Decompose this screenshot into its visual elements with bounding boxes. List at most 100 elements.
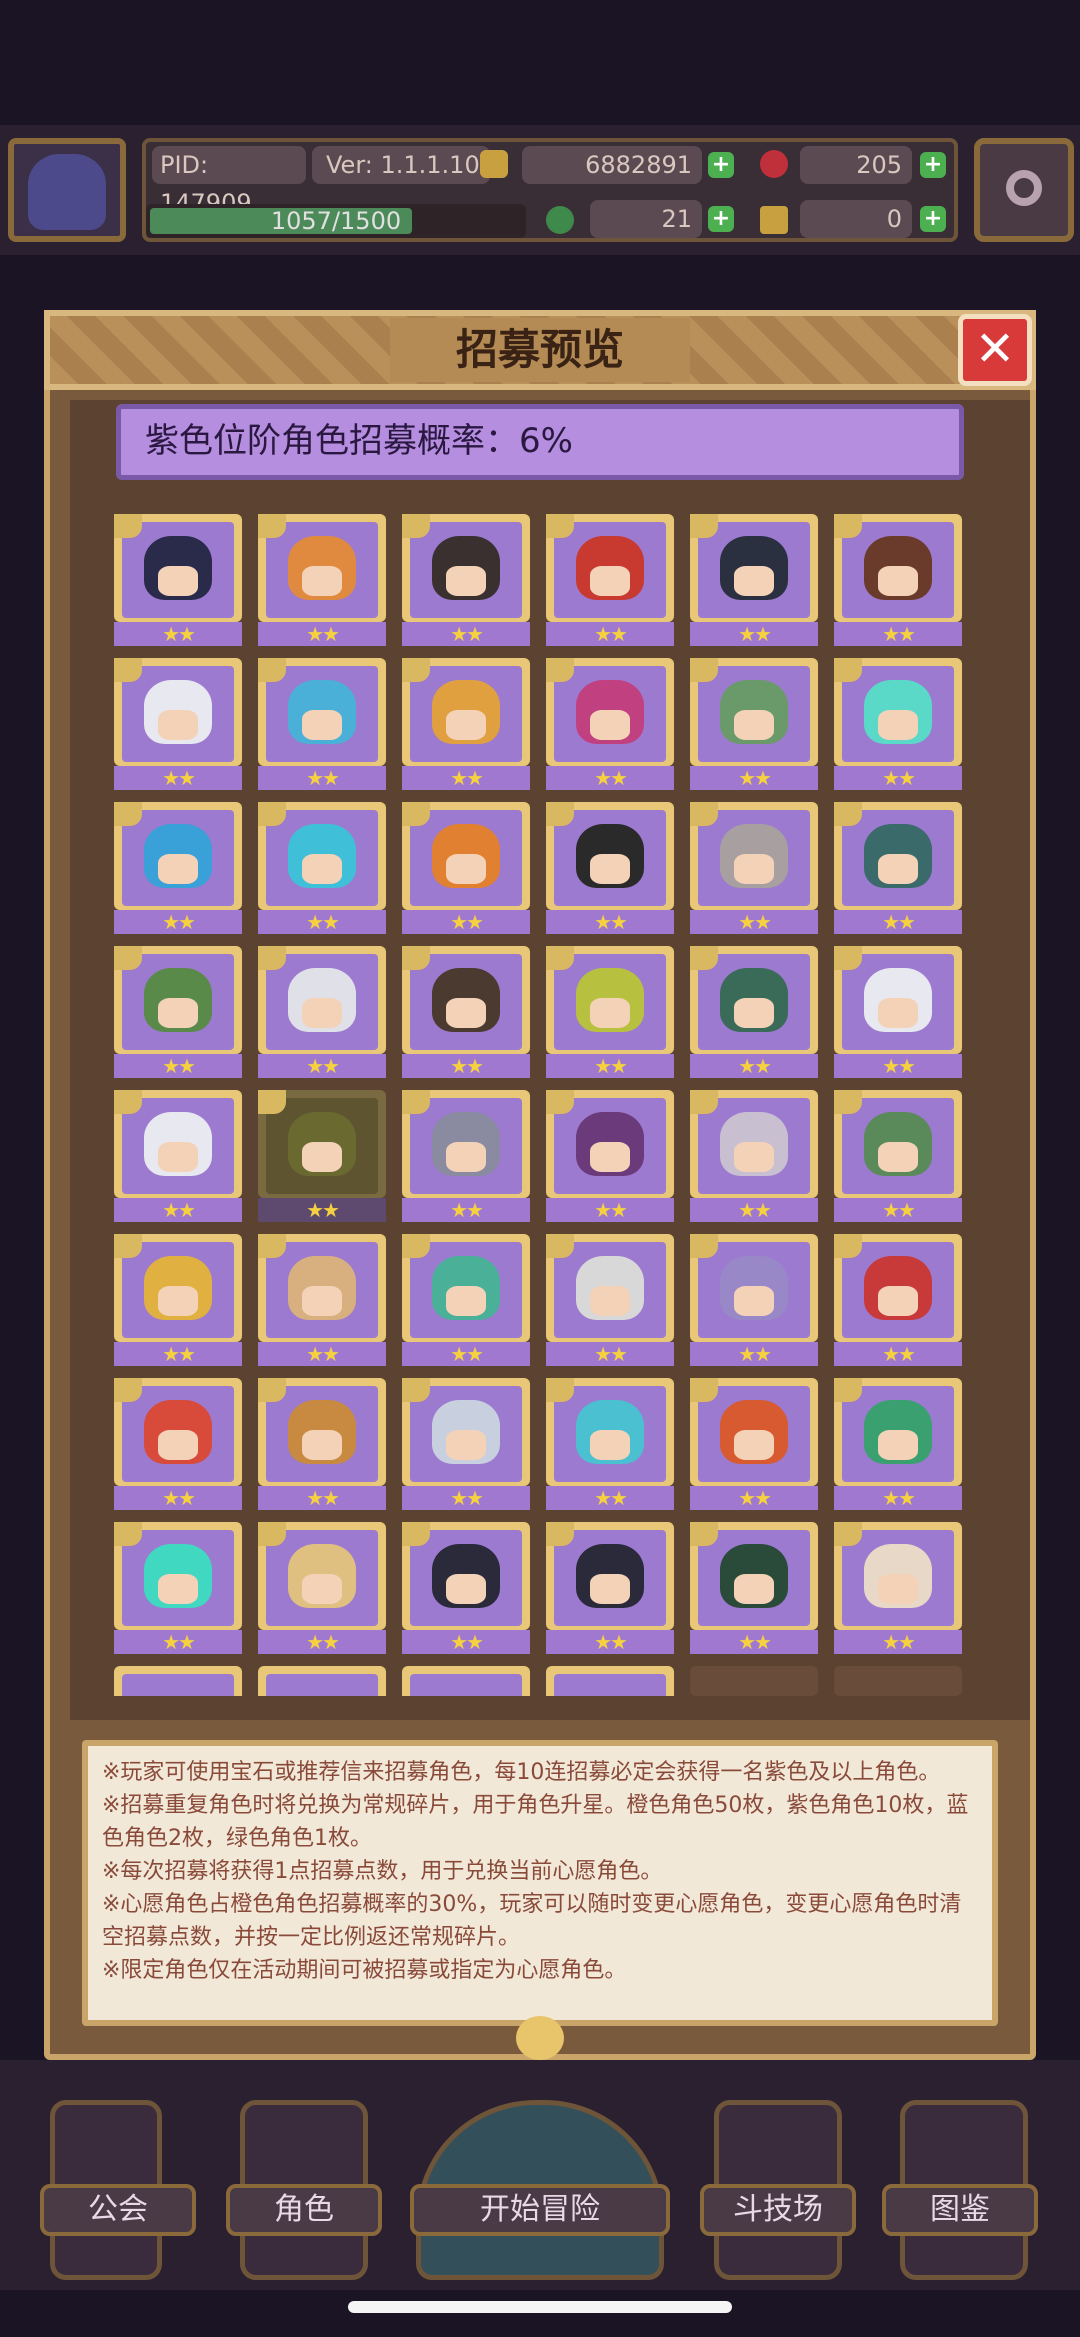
character-card[interactable]: ★★ — [834, 514, 962, 646]
nav-codex-label[interactable]: 图鉴 — [882, 2184, 1038, 2236]
character-card[interactable]: ★★ — [114, 802, 242, 934]
character-card[interactable]: ★★ — [402, 658, 530, 790]
rarity-corner-icon — [546, 658, 574, 682]
character-face — [734, 710, 774, 740]
rarity-corner-icon — [402, 658, 430, 682]
star-rating: ★★ — [834, 766, 962, 790]
character-face — [878, 566, 918, 596]
character-card[interactable]: ★★ — [402, 514, 530, 646]
character-card[interactable]: ★★ — [114, 1234, 242, 1366]
character-face — [302, 710, 342, 740]
add-clover-button[interactable]: + — [708, 206, 734, 232]
rarity-corner-icon — [834, 946, 862, 970]
character-card[interactable]: ★★ — [690, 514, 818, 646]
character-card[interactable]: ★★ — [690, 946, 818, 1078]
character-card[interactable]: ★★ — [834, 802, 962, 934]
character-card[interactable]: ★★ — [834, 658, 962, 790]
character-card[interactable]: ★★ — [402, 1522, 530, 1654]
rarity-corner-icon — [690, 658, 718, 682]
character-card[interactable]: ★★ — [258, 1234, 386, 1366]
add-gem-button[interactable]: + — [920, 152, 946, 178]
character-card[interactable]: ★★ — [546, 946, 674, 1078]
character-card[interactable]: ★★ — [690, 1378, 818, 1510]
character-card[interactable]: ★★ — [690, 1090, 818, 1222]
character-card[interactable]: ★★ — [546, 514, 674, 646]
character-card[interactable]: ★★ — [114, 1090, 242, 1222]
rule-line: ※每次招募将获得1点招募点数，用于兑换当前心愿角色。 — [102, 1859, 663, 1884]
character-card[interactable]: ★★ — [258, 1378, 386, 1510]
star-rating: ★★ — [834, 1486, 962, 1510]
settings-button[interactable] — [974, 138, 1074, 242]
empty-card-slot — [834, 1666, 962, 1696]
rarity-corner-icon — [258, 658, 286, 682]
character-card[interactable]: ★★ — [258, 946, 386, 1078]
character-card[interactable]: ★★ — [834, 1522, 962, 1654]
character-card[interactable]: ★★ — [258, 802, 386, 934]
key-amount: 0 — [800, 200, 912, 238]
character-card[interactable] — [402, 1666, 530, 1696]
add-key-button[interactable]: + — [920, 206, 946, 232]
character-card[interactable] — [114, 1666, 242, 1696]
character-card[interactable]: ★★ — [402, 1234, 530, 1366]
nav-character-label[interactable]: 角色 — [226, 2184, 382, 2236]
character-card[interactable]: ★★ — [258, 658, 386, 790]
character-card[interactable]: ★★ — [114, 514, 242, 646]
character-card[interactable]: ★★ — [690, 1522, 818, 1654]
character-portrait — [698, 1386, 810, 1482]
character-card[interactable]: ★★ — [546, 1234, 674, 1366]
character-face — [878, 1286, 918, 1316]
character-card[interactable]: ★★ — [402, 946, 530, 1078]
star-rating: ★★ — [690, 1486, 818, 1510]
character-card[interactable]: ★★ — [546, 1378, 674, 1510]
character-card[interactable]: ★★ — [690, 1234, 818, 1366]
character-card[interactable]: ★★ — [834, 1090, 962, 1222]
character-card[interactable]: ★★ — [402, 1378, 530, 1510]
character-card[interactable]: ★★ — [114, 1522, 242, 1654]
character-card[interactable]: ★★ — [258, 1522, 386, 1654]
character-card[interactable]: ★★ — [834, 1234, 962, 1366]
character-card[interactable] — [258, 1666, 386, 1696]
modal-title: 招募预览 — [390, 318, 690, 382]
rarity-corner-icon — [258, 802, 286, 826]
character-portrait — [842, 954, 954, 1050]
star-rating: ★★ — [690, 766, 818, 790]
rarity-corner-icon — [834, 1378, 862, 1402]
star-rating: ★★ — [402, 1486, 530, 1510]
heart-ornament-icon — [516, 2016, 564, 2060]
character-card[interactable]: ★★ — [402, 1090, 530, 1222]
character-card[interactable]: ★★ — [114, 946, 242, 1078]
star-rating: ★★ — [834, 1054, 962, 1078]
rarity-corner-icon — [402, 1522, 430, 1546]
character-card[interactable] — [546, 1666, 674, 1696]
add-gold-button[interactable]: + — [708, 152, 734, 178]
character-card[interactable]: ★★ — [834, 1378, 962, 1510]
avatar-face — [28, 154, 106, 230]
nav-arena-label[interactable]: 斗技场 — [700, 2184, 856, 2236]
character-card[interactable]: ★★ — [402, 802, 530, 934]
close-button[interactable]: ✕ — [958, 314, 1032, 386]
player-avatar[interactable] — [8, 138, 126, 242]
character-face — [878, 1430, 918, 1460]
character-portrait — [410, 1674, 522, 1696]
nav-adventure-label[interactable]: 开始冒险 — [410, 2184, 670, 2236]
character-card[interactable]: ★★ — [258, 1090, 386, 1222]
character-face — [302, 854, 342, 884]
character-card[interactable]: ★★ — [546, 802, 674, 934]
character-card[interactable]: ★★ — [114, 658, 242, 790]
character-face — [302, 1142, 342, 1172]
character-card[interactable]: ★★ — [546, 1522, 674, 1654]
rarity-corner-icon — [114, 1234, 142, 1258]
star-rating: ★★ — [690, 1630, 818, 1654]
character-card[interactable]: ★★ — [834, 946, 962, 1078]
character-card[interactable]: ★★ — [546, 658, 674, 790]
character-portrait — [410, 1242, 522, 1338]
character-card[interactable]: ★★ — [546, 1090, 674, 1222]
character-card[interactable]: ★★ — [690, 802, 818, 934]
character-face — [302, 566, 342, 596]
character-card[interactable]: ★★ — [258, 514, 386, 646]
character-face — [590, 1430, 630, 1460]
nav-guild-label[interactable]: 公会 — [40, 2184, 196, 2236]
character-card[interactable]: ★★ — [690, 658, 818, 790]
character-card[interactable]: ★★ — [114, 1378, 242, 1510]
star-rating: ★★ — [834, 622, 962, 646]
